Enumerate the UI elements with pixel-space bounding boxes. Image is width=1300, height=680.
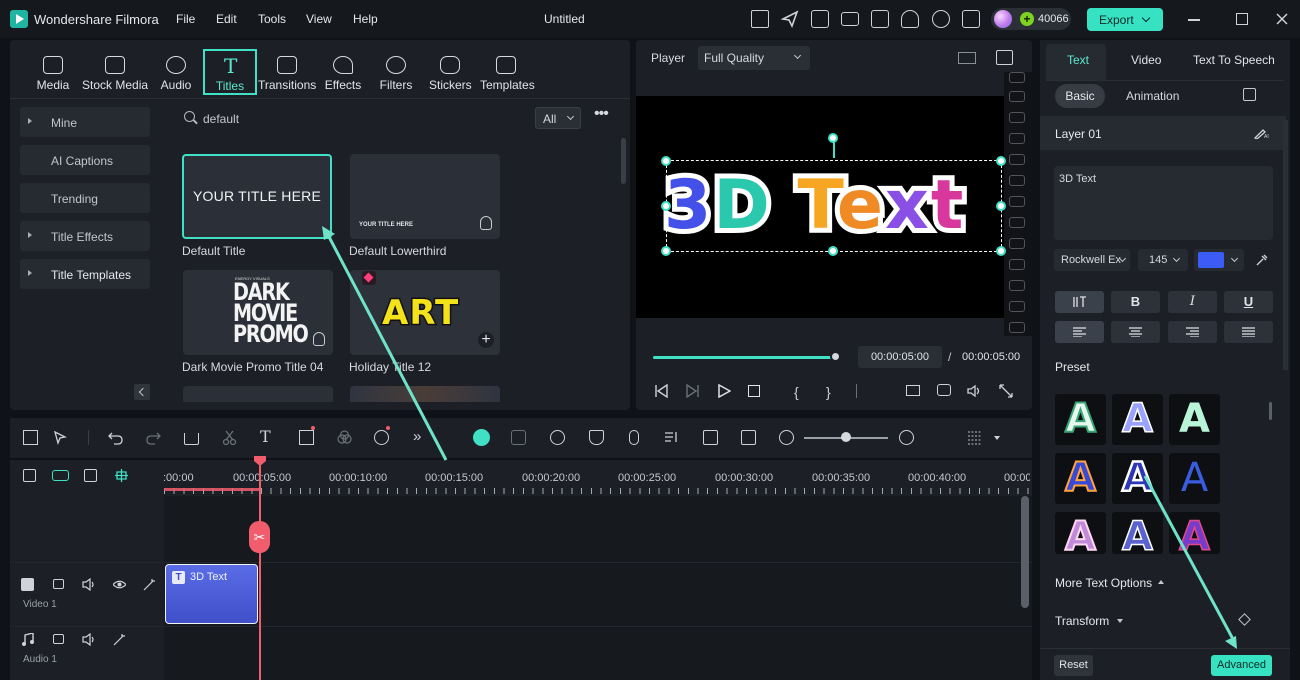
annotation-arrows <box>322 226 1237 649</box>
